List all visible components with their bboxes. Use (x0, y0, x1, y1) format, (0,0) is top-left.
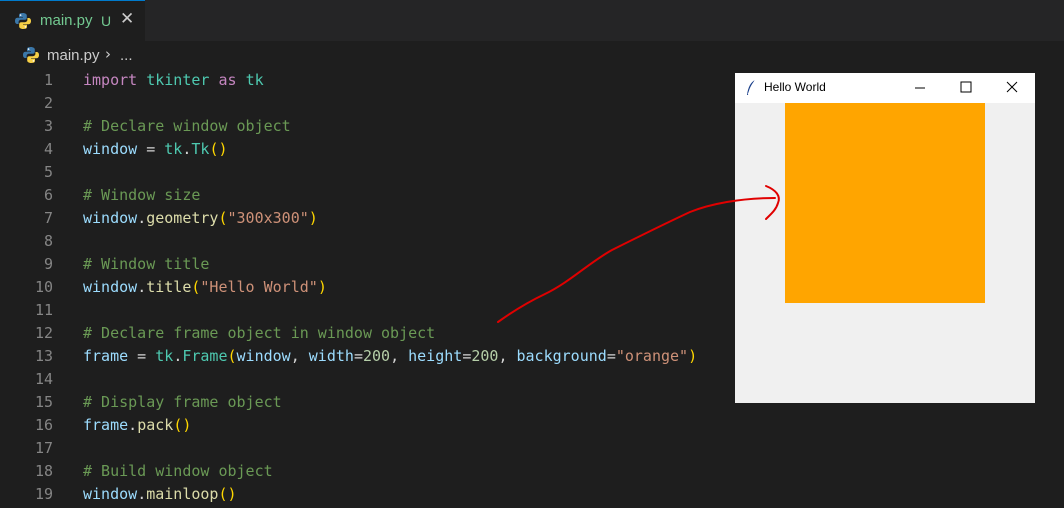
code-line: 17 (0, 437, 730, 460)
code-line: 2 (0, 92, 730, 115)
code-text: frame = tk.Frame(window, width=200, heig… (83, 347, 698, 365)
line-number: 16 (34, 416, 53, 434)
python-icon (22, 46, 40, 68)
breadcrumb-file[interactable]: main.py (47, 47, 100, 64)
line-number: 5 (43, 163, 53, 181)
code-text: frame.pack() (83, 416, 192, 434)
code-comment: # Declare frame object in window object (83, 324, 436, 342)
line-number: 15 (34, 393, 53, 411)
tk-feather-icon (745, 79, 757, 101)
code-line: 9 # Window title (0, 253, 730, 276)
code-line: 3 # Declare window object (0, 115, 730, 138)
code-line: 8 (0, 230, 730, 253)
tk-title-bar[interactable]: Hello World (735, 73, 1035, 103)
line-number: 10 (34, 278, 53, 296)
line-number: 18 (34, 462, 53, 480)
minimize-icon (915, 87, 925, 89)
line-number: 2 (43, 94, 53, 112)
code-line: 7 window.geometry("300x300") (0, 207, 730, 230)
code-line: 13 frame = tk.Frame(window, width=200, h… (0, 345, 730, 368)
python-icon (14, 12, 32, 34)
code-comment: # Declare window object (83, 117, 291, 135)
code-line: 16 frame.pack() (0, 414, 730, 437)
code-comment: # Window size (83, 186, 201, 204)
line-number: 12 (34, 324, 53, 342)
line-number: 13 (34, 347, 53, 365)
code-text: window = tk.Tk() (83, 140, 228, 158)
code-line: 5 (0, 161, 730, 184)
tab-label: main.py (40, 12, 93, 29)
code-text: import tkinter as tk (83, 71, 264, 89)
close-icon[interactable]: ✕ (120, 9, 134, 29)
close-icon (1006, 81, 1018, 93)
orange-frame (785, 103, 985, 303)
tk-window-title: Hello World (764, 80, 826, 94)
line-number: 3 (43, 117, 53, 135)
code-line: 6 # Window size (0, 184, 730, 207)
line-number: 14 (34, 370, 53, 388)
code-line: 10 window.title("Hello World") (0, 276, 730, 299)
code-line: 19 window.mainloop() (0, 483, 730, 506)
line-number: 11 (34, 301, 53, 319)
code-comment: # Display frame object (83, 393, 282, 411)
code-line: 18 # Build window object (0, 460, 730, 483)
code-text: window.title("Hello World") (83, 278, 327, 296)
line-number: 19 (34, 485, 53, 503)
line-number: 9 (43, 255, 53, 273)
chevron-right-icon: › (105, 45, 111, 63)
minimize-button[interactable] (897, 73, 943, 103)
code-text: window.geometry("300x300") (83, 209, 318, 227)
code-line: 14 (0, 368, 730, 391)
close-button[interactable] (989, 73, 1035, 103)
code-comment: # Window title (83, 255, 210, 273)
breadcrumb-more[interactable]: ... (120, 47, 133, 64)
tab-main-py[interactable]: main.py U ✕ (0, 0, 145, 41)
code-line: 12 # Declare frame object in window obje… (0, 322, 730, 345)
breadcrumb: main.py › ... (0, 41, 1064, 69)
untracked-badge: U (101, 13, 112, 29)
tk-window: Hello World (735, 73, 1035, 403)
tab-bar: main.py U ✕ (0, 0, 1064, 41)
line-number: 8 (43, 232, 53, 250)
line-number: 17 (34, 439, 53, 457)
code-line: 11 (0, 299, 730, 322)
line-number: 4 (43, 140, 53, 158)
code-line: 15 # Display frame object (0, 391, 730, 414)
code-line: 4 window = tk.Tk() (0, 138, 730, 161)
maximize-button[interactable] (943, 73, 989, 103)
maximize-icon (960, 81, 972, 93)
line-number: 7 (43, 209, 53, 227)
line-number: 1 (43, 71, 53, 89)
code-comment: # Build window object (83, 462, 273, 480)
code-line: 1 import tkinter as tk (0, 69, 730, 92)
line-number: 6 (43, 186, 53, 204)
code-text: window.mainloop() (83, 485, 237, 503)
